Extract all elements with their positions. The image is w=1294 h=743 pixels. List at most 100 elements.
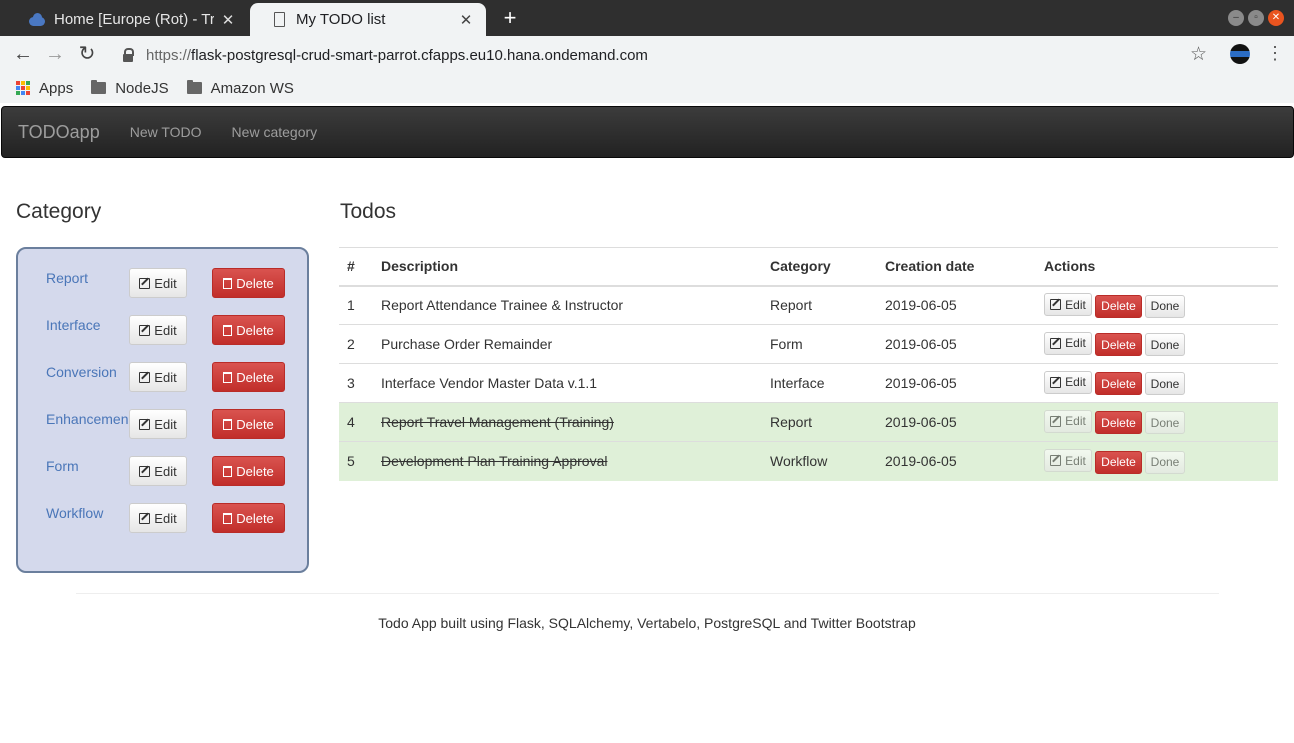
back-arrow-icon[interactable]: ← xyxy=(11,42,35,66)
edit-icon xyxy=(139,418,151,430)
bookmarks-bar: Apps NodeJS Amazon WS xyxy=(0,73,1294,103)
button-label: Edit xyxy=(1065,414,1086,429)
nav-new-todo[interactable]: New TODO xyxy=(130,124,202,140)
delete-category-button[interactable]: Delete xyxy=(212,456,285,486)
todo-description: Development Plan Training Approval xyxy=(373,441,762,481)
tab-title: Home [Europe (Rot) - Trial] xyxy=(54,11,214,28)
footer-divider xyxy=(76,593,1219,594)
url-scheme: https:// xyxy=(146,46,192,64)
done-todo-button[interactable]: Done xyxy=(1145,333,1185,357)
address-bar: ← → ↻ https://flask-postgresql-crud-smar… xyxy=(0,36,1294,73)
url-field[interactable]: https://flask-postgresql-crud-smart-parr… xyxy=(108,40,1176,70)
reload-icon[interactable]: ↻ xyxy=(75,42,99,66)
trash-icon xyxy=(223,512,233,524)
cloud-icon xyxy=(28,11,46,29)
minimize-button[interactable]: – xyxy=(1228,10,1244,26)
browser-tab-todo[interactable]: My TODO list ✕ xyxy=(250,3,486,36)
button-label: Delete xyxy=(1101,415,1136,430)
todo-creation-date: 2019-06-05 xyxy=(877,324,1036,364)
edit-todo-button[interactable]: Edit xyxy=(1044,331,1092,355)
more-menu-icon[interactable]: ⋮ xyxy=(1266,43,1284,64)
maximize-button[interactable]: ▫ xyxy=(1248,10,1264,26)
delete-category-button[interactable]: Delete xyxy=(212,315,285,345)
done-todo-button[interactable]: Done xyxy=(1145,450,1185,474)
category-link[interactable]: Report xyxy=(46,270,128,286)
nav-new-category[interactable]: New category xyxy=(232,124,318,140)
profile-avatar[interactable] xyxy=(1230,44,1250,64)
category-link[interactable]: Form xyxy=(46,458,128,474)
edit-category-button[interactable]: Edit xyxy=(129,315,187,345)
trash-icon xyxy=(223,371,233,383)
delete-todo-button[interactable]: Delete xyxy=(1095,294,1142,318)
button-label: Edit xyxy=(154,463,177,479)
category-link[interactable]: Enhancement xyxy=(46,411,128,427)
delete-category-button[interactable]: Delete xyxy=(212,503,285,533)
page-icon xyxy=(270,11,288,29)
delete-category-button[interactable]: Delete xyxy=(212,268,285,298)
window-close-button[interactable]: ✕ xyxy=(1268,10,1284,26)
button-label: Done xyxy=(1150,376,1180,391)
edit-category-button[interactable]: Edit xyxy=(129,409,187,439)
button-label: Edit xyxy=(154,322,177,338)
todo-category: Report xyxy=(762,402,877,442)
button-label: Done xyxy=(1150,337,1180,352)
table-row: 2 Purchase Order Remainder Form 2019-06-05 E… xyxy=(339,324,1278,364)
edit-category-button[interactable]: Edit xyxy=(129,268,187,298)
close-icon[interactable]: ✕ xyxy=(220,11,236,29)
edit-icon xyxy=(139,277,151,289)
button-label: Delete xyxy=(236,510,274,526)
todo-number: 3 xyxy=(339,363,373,403)
todos-heading: Todos xyxy=(340,200,397,223)
todo-category: Report xyxy=(762,285,877,325)
bookmark-amazon-ws[interactable]: Amazon WS xyxy=(186,80,294,97)
column-header-description: Description xyxy=(373,247,762,287)
trash-icon xyxy=(223,324,233,336)
new-tab-button[interactable]: + xyxy=(498,6,522,30)
bookmark-apps[interactable]: Apps xyxy=(16,80,73,97)
category-link[interactable]: Interface xyxy=(46,317,128,333)
forward-arrow-icon[interactable]: → xyxy=(43,42,67,66)
app-navbar: TODOapp New TODO New category xyxy=(1,106,1294,158)
todo-description: Report Attendance Trainee & Instructor xyxy=(373,285,762,325)
apps-icon xyxy=(16,81,30,95)
todo-category: Workflow xyxy=(762,441,877,481)
trash-icon xyxy=(223,418,233,430)
category-row: Form Edit Delete xyxy=(18,456,307,488)
navbar-brand[interactable]: TODOapp xyxy=(18,122,100,143)
delete-category-button[interactable]: Delete xyxy=(212,409,285,439)
edit-category-button[interactable]: Edit xyxy=(129,362,187,392)
bookmark-nodejs[interactable]: NodeJS xyxy=(91,80,169,97)
todo-description: Report Travel Management (Training) xyxy=(373,402,762,442)
delete-category-button[interactable]: Delete xyxy=(212,362,285,392)
delete-todo-button[interactable]: Delete xyxy=(1095,333,1142,357)
edit-todo-button[interactable]: Edit xyxy=(1044,293,1092,316)
edit-todo-button[interactable]: Edit xyxy=(1044,409,1092,433)
done-todo-button[interactable]: Done xyxy=(1145,372,1185,396)
browser-tab-home[interactable]: Home [Europe (Rot) - Trial] ✕ xyxy=(8,3,248,36)
category-link[interactable]: Workflow xyxy=(46,505,128,521)
bookmark-star-icon[interactable]: ☆ xyxy=(1190,43,1207,66)
footer-text: Todo App built using Flask, SQLAlchemy, … xyxy=(378,615,916,631)
window-controls: – ▫ ✕ xyxy=(1228,10,1284,26)
folder-icon xyxy=(186,80,202,94)
delete-todo-button[interactable]: Delete xyxy=(1095,411,1142,435)
done-todo-button[interactable]: Done xyxy=(1145,294,1185,318)
edit-category-button[interactable]: Edit xyxy=(129,503,187,533)
button-label: Edit xyxy=(154,510,177,526)
todo-category: Interface xyxy=(762,363,877,403)
tab-title: My TODO list xyxy=(296,11,386,28)
button-label: Delete xyxy=(236,416,274,432)
todo-description-text: Purchase Order Remainder xyxy=(381,336,553,352)
delete-todo-button[interactable]: Delete xyxy=(1095,372,1142,396)
edit-todo-button[interactable]: Edit xyxy=(1044,449,1092,472)
edit-category-button[interactable]: Edit xyxy=(129,456,187,486)
delete-todo-button[interactable]: Delete xyxy=(1095,450,1142,474)
close-icon[interactable]: ✕ xyxy=(458,11,474,29)
todo-description-text: Report Travel Management (Training) xyxy=(381,414,614,430)
done-todo-button[interactable]: Done xyxy=(1145,411,1185,435)
edit-todo-button[interactable]: Edit xyxy=(1044,370,1092,394)
button-label: Edit xyxy=(154,369,177,385)
category-link[interactable]: Conversion xyxy=(46,364,128,380)
button-label: Edit xyxy=(1065,453,1086,468)
todo-creation-date: 2019-06-05 xyxy=(877,363,1036,403)
